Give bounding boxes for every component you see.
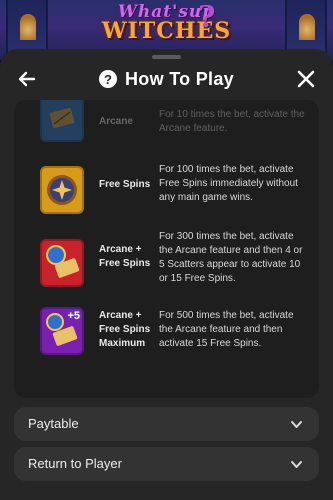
paytable-section[interactable]: Paytable: [14, 407, 319, 441]
bonus-buy-name: Arcane: [99, 116, 133, 127]
close-icon: [297, 70, 315, 88]
chevron-down-icon: [291, 421, 302, 428]
chevron-down-icon: [291, 461, 302, 468]
section-label: Paytable: [28, 416, 79, 431]
arcane-book-icon: [40, 100, 84, 142]
bonus-buy-name: Free Spins: [99, 179, 151, 190]
return-to-player-section[interactable]: Return to Player: [14, 447, 319, 481]
question-circle-icon: ?: [99, 70, 117, 88]
drag-handle[interactable]: [152, 55, 181, 59]
bonus-buy-description: For 100 times the bet, activate Free Spi…: [159, 164, 298, 203]
bonus-buy-description: For 10 times the bet, activate the Arcan…: [159, 109, 305, 134]
plus-five-badge: +5: [67, 310, 80, 322]
arcane-free-spins-icon: [40, 239, 84, 287]
bonus-buy-description: For 300 times the bet, activate the Arca…: [159, 231, 303, 284]
bonus-buy-name: Arcane + Free Spins Maximum: [99, 310, 151, 349]
bonus-buy-description: For 500 times the bet, activate the Arca…: [159, 310, 294, 349]
bonus-buy-name: Arcane + Free Spins: [99, 244, 151, 269]
how-to-play-panel: ? How To Play Arcane For 10 times the be…: [0, 49, 333, 500]
game-logo-mark: ?: [198, 0, 216, 35]
panel-header: ? How To Play: [0, 63, 333, 95]
section-label: Return to Player: [28, 456, 122, 471]
arcane-free-spins-max-icon: +5: [40, 307, 84, 355]
free-spins-coin-icon: [40, 166, 84, 214]
page-title: How To Play: [125, 68, 234, 89]
close-button[interactable]: [293, 66, 319, 92]
title-group: ? How To Play: [0, 63, 333, 95]
game-logo-line2: WITCHES: [101, 18, 232, 44]
bonus-buy-list[interactable]: Arcane For 10 times the bet, activate th…: [14, 100, 319, 398]
game-logo: What'sup WITCHES ?: [0, 0, 333, 44]
